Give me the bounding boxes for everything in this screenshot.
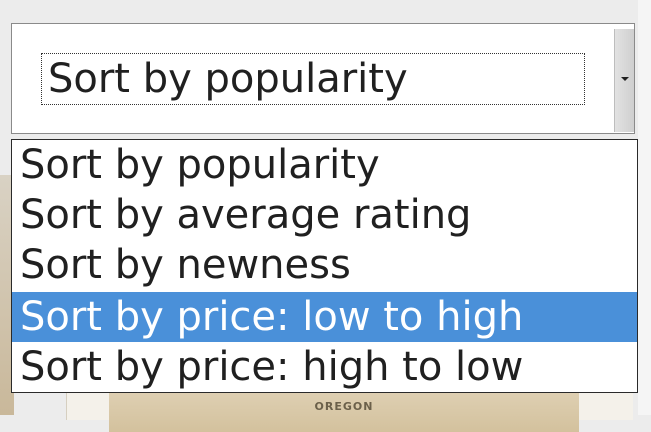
sort-option-price-low-high[interactable]: Sort by price: low to high <box>12 292 637 342</box>
sort-select[interactable]: Sort by popularity <box>11 23 635 134</box>
select-dropdown-button[interactable] <box>614 29 634 132</box>
sort-options-list: Sort by popularity Sort by average ratin… <box>11 139 638 393</box>
sort-select-value: Sort by popularity <box>48 56 408 102</box>
sort-option-average-rating[interactable]: Sort by average rating <box>12 190 637 240</box>
sort-option-popularity[interactable]: Sort by popularity <box>12 140 637 190</box>
sort-option-price-high-low[interactable]: Sort by price: high to low <box>12 342 637 392</box>
product-brand-label: OREGON <box>314 400 374 413</box>
chevron-down-icon <box>621 77 629 81</box>
page-right-edge <box>638 0 651 415</box>
sort-option-newness[interactable]: Sort by newness <box>12 240 637 290</box>
